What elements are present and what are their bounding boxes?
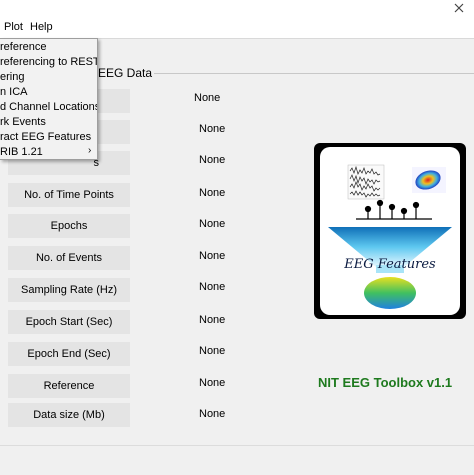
reference-button[interactable]: Reference bbox=[8, 374, 130, 398]
data-size-button[interactable]: Data size (Mb) bbox=[8, 403, 130, 427]
spectrum-icon bbox=[412, 167, 446, 193]
field-value: None bbox=[194, 92, 221, 104]
logo-graphic bbox=[328, 164, 452, 309]
events-button[interactable]: No. of Events bbox=[8, 246, 130, 270]
menu-item-ica[interactable]: n ICA bbox=[0, 85, 28, 100]
epoch-end-button[interactable]: Epoch End (Sec) bbox=[8, 342, 130, 366]
menu-item-rib[interactable]: RIB 1.21 bbox=[0, 145, 43, 159]
field-label: Epoch Start (Sec) bbox=[25, 316, 113, 328]
close-icon[interactable] bbox=[444, 0, 474, 16]
eeg-trace-icon bbox=[347, 164, 385, 200]
field-label: No. of Time Points bbox=[24, 189, 114, 201]
menu-item-filtering[interactable]: ering bbox=[0, 70, 24, 85]
field-label: No. of Events bbox=[35, 252, 103, 264]
toolbox-title: NIT EEG Toolbox v1.1 bbox=[318, 375, 453, 390]
logo-caption: EEG Features bbox=[344, 257, 436, 272]
epochs-button[interactable]: Epochs bbox=[8, 214, 130, 238]
field-label: Epochs bbox=[50, 220, 88, 232]
field-value: None bbox=[199, 123, 226, 135]
field-value: None bbox=[199, 408, 226, 420]
menu-item-rest[interactable]: referencing to REST bbox=[0, 55, 97, 70]
field-value: None bbox=[199, 187, 226, 199]
brain-icon bbox=[364, 277, 416, 309]
logo-panel: EEG Features bbox=[320, 147, 460, 315]
menu-item-mark-events[interactable]: rk Events bbox=[0, 115, 46, 130]
sampling-rate-button[interactable]: Sampling Rate (Hz) bbox=[8, 278, 130, 302]
menu-bar: Plot Help bbox=[0, 0, 474, 39]
field-value: None bbox=[199, 250, 226, 262]
plot-dropdown-menu: reference referencing to REST ering n IC… bbox=[0, 38, 98, 160]
menu-item-reference[interactable]: reference bbox=[0, 40, 46, 55]
field-value: None bbox=[199, 377, 226, 389]
menu-plot[interactable]: Plot bbox=[4, 21, 23, 33]
field-label: Reference bbox=[43, 380, 95, 392]
field-label: Sampling Rate (Hz) bbox=[21, 284, 117, 296]
feature-stems-icon bbox=[356, 199, 432, 220]
menu-help[interactable]: Help bbox=[30, 21, 53, 33]
menu-item-channel-locations[interactable]: d Channel Locations bbox=[0, 100, 97, 115]
epoch-start-button[interactable]: Epoch Start (Sec) bbox=[8, 310, 130, 334]
panel-title: EEG Data bbox=[96, 66, 155, 80]
menu-item-extract-features[interactable]: ract EEG Features bbox=[0, 130, 91, 145]
time-points-button[interactable]: No. of Time Points bbox=[8, 183, 130, 207]
eeg-features-logo: EEG Features bbox=[314, 143, 466, 319]
field-value: None bbox=[199, 154, 226, 166]
field-label: Data size (Mb) bbox=[33, 409, 105, 421]
status-strip bbox=[0, 445, 474, 475]
field-value: None bbox=[199, 281, 226, 293]
field-value: None bbox=[199, 218, 226, 230]
field-value: None bbox=[199, 345, 226, 357]
chevron-right-icon: › bbox=[88, 145, 92, 156]
field-label: Epoch End (Sec) bbox=[27, 348, 111, 360]
field-value: None bbox=[199, 314, 226, 326]
